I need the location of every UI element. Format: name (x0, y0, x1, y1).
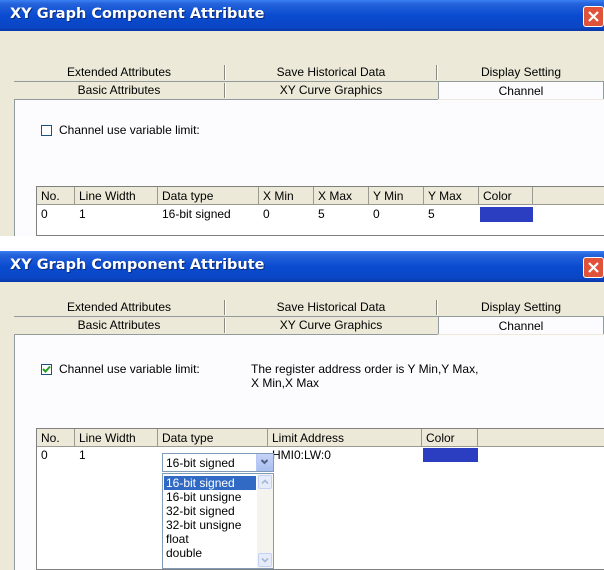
title-bar: XY Graph Component Attribute (0, 0, 604, 31)
tab-extended-attributes[interactable]: Extended Attributes (14, 298, 224, 316)
cell-x-max[interactable]: 5 (314, 206, 369, 223)
window-title: XY Graph Component Attribute (10, 6, 265, 22)
option-16bit-unsigned[interactable]: 16-bit unsigne (164, 490, 256, 504)
window-title: XY Graph Component Attribute (10, 257, 265, 273)
column-header[interactable]: Line Width (75, 429, 158, 447)
checkbox-label: Channel use variable limit: (59, 362, 200, 376)
tab-xy-curve-graphics[interactable]: XY Curve Graphics (226, 316, 436, 334)
cell-no[interactable]: 0 (37, 206, 75, 223)
column-header[interactable]: No. (37, 429, 75, 447)
tab-xy-curve-graphics[interactable]: XY Curve Graphics (226, 81, 436, 99)
column-header[interactable]: Limit Address (268, 429, 422, 447)
column-header[interactable]: Data type (158, 429, 268, 447)
scroll-up-button[interactable] (258, 475, 272, 489)
tab-save-historical-data[interactable]: Save Historical Data (226, 298, 436, 316)
option-double[interactable]: double (164, 546, 256, 560)
channel-variable-limit-checkbox[interactable] (41, 125, 52, 136)
chevron-down-icon (260, 459, 269, 465)
column-header[interactable]: Y Max (424, 187, 479, 205)
option-32bit-unsigned[interactable]: 32-bit unsigne (164, 518, 256, 532)
column-header[interactable]: Color (479, 187, 533, 205)
cell-line-width[interactable]: 1 (75, 206, 158, 223)
close-button[interactable] (583, 6, 604, 27)
checkbox-label: Channel use variable limit: (59, 123, 200, 137)
channel-table: No. Line Width Data type Limit Address C… (36, 428, 604, 570)
chevron-down-icon (261, 557, 269, 563)
chevron-up-icon (261, 479, 269, 485)
cell-y-max[interactable]: 5 (424, 206, 479, 223)
data-type-combo[interactable]: 16-bit signed (162, 453, 274, 472)
color-swatch[interactable] (423, 448, 478, 462)
column-header[interactable]: Line Width (75, 187, 158, 205)
cell-data-type[interactable]: 16-bit signed (158, 206, 259, 223)
tab-basic-attributes[interactable]: Basic Attributes (14, 316, 224, 334)
tab-basic-attributes[interactable]: Basic Attributes (14, 81, 224, 99)
option-32bit-signed[interactable]: 32-bit signed (164, 504, 256, 518)
column-header[interactable]: Color (422, 429, 478, 447)
cell-y-min[interactable]: 0 (369, 206, 424, 223)
data-type-dropdown-list: 16-bit signed 16-bit unsigne 32-bit sign… (162, 473, 274, 569)
tab-row-top: Extended Attributes Save Historical Data… (14, 298, 604, 316)
tab-display-setting[interactable]: Display Setting (438, 298, 604, 316)
column-header[interactable]: No. (37, 187, 75, 205)
column-header[interactable]: X Max (314, 187, 369, 205)
close-icon (588, 262, 599, 273)
cell-x-min[interactable]: 0 (259, 206, 314, 223)
cell-no[interactable]: 0 (37, 447, 75, 464)
option-float[interactable]: float (164, 532, 256, 546)
register-order-note: The register address order is Y Min,Y Ma… (251, 362, 479, 376)
channel-table: No. Line Width Data type X Min X Max Y M… (36, 186, 604, 236)
dialog-bottom: XY Graph Component Attribute Extended At… (0, 251, 604, 570)
tab-extended-attributes[interactable]: Extended Attributes (14, 63, 224, 81)
tab-row-top: Extended Attributes Save Historical Data… (14, 63, 604, 81)
tab-channel[interactable]: Channel (438, 316, 604, 334)
cell-limit-address[interactable]: HMI0:LW:0 (268, 447, 422, 464)
column-header[interactable]: Y Min (369, 187, 424, 205)
title-bar: XY Graph Component Attribute (0, 251, 604, 282)
close-icon (588, 11, 599, 22)
register-order-note-line2: X Min,X Max (251, 376, 320, 390)
color-swatch[interactable] (480, 207, 533, 222)
cell-line-width[interactable]: 1 (75, 447, 158, 464)
channel-page: Channel use variable limit: No. Line Wid… (14, 100, 604, 236)
column-header[interactable]: Data type (158, 187, 259, 205)
scroll-down-button[interactable] (258, 553, 272, 567)
dialog-top: XY Graph Component Attribute Extended At… (0, 0, 604, 236)
close-button[interactable] (583, 257, 604, 278)
dropdown-button[interactable] (256, 454, 273, 471)
dropdown-scrollbar[interactable] (257, 474, 273, 568)
data-type-combo-value: 16-bit signed (166, 456, 235, 470)
option-16bit-signed[interactable]: 16-bit signed (164, 476, 256, 490)
tab-row-bottom: Basic Attributes XY Curve Graphics Chann… (14, 81, 604, 99)
channel-variable-limit-checkbox[interactable] (41, 364, 52, 375)
tab-display-setting[interactable]: Display Setting (438, 63, 604, 81)
check-icon (42, 365, 51, 373)
channel-page: Channel use variable limit: The register… (14, 335, 604, 570)
tab-save-historical-data[interactable]: Save Historical Data (226, 63, 436, 81)
column-header[interactable]: X Min (259, 187, 314, 205)
tab-row-bottom: Basic Attributes XY Curve Graphics Chann… (14, 316, 604, 334)
tab-channel[interactable]: Channel (438, 81, 604, 99)
